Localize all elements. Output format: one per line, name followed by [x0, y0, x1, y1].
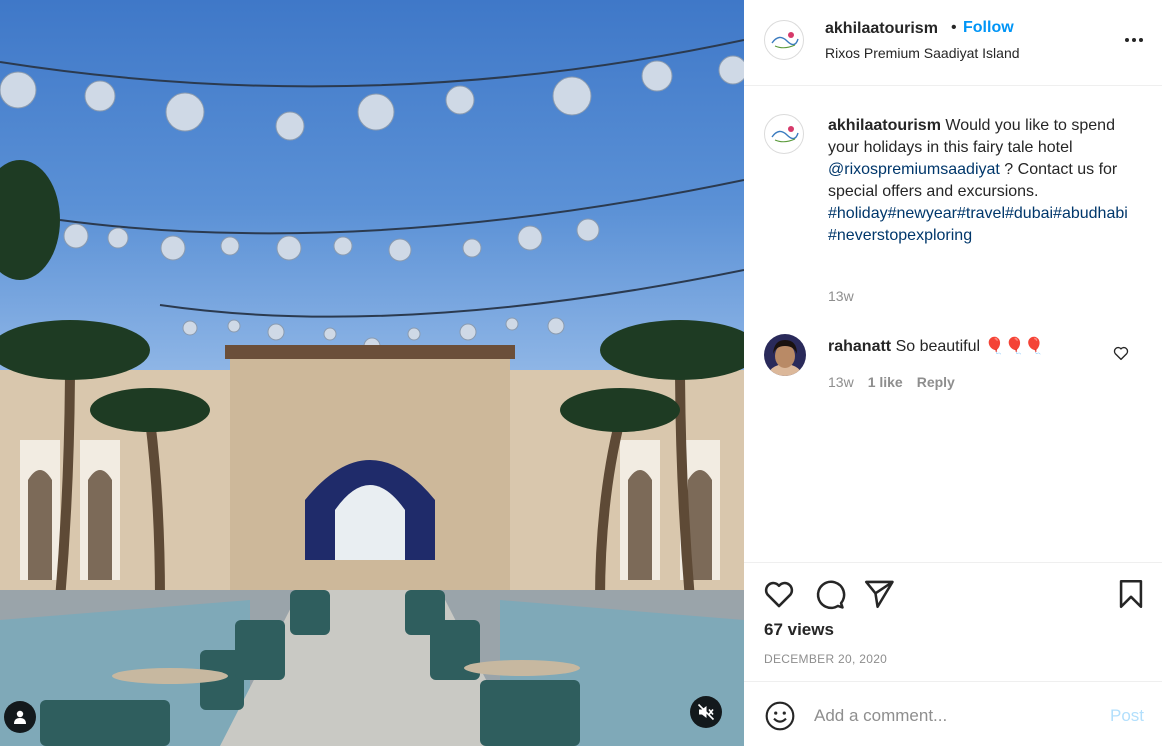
comment-username[interactable]: rahanatt [828, 338, 891, 355]
comment-icon[interactable] [812, 577, 846, 611]
caption-username[interactable]: akhilaatourism [828, 117, 941, 134]
more-options-button[interactable] [1120, 28, 1148, 52]
post-comment-button[interactable]: Post [1110, 706, 1144, 726]
mute-toggle-button[interactable] [690, 696, 722, 728]
comment-body: So beautiful 🎈🎈🎈 [891, 338, 1045, 355]
commenter-photo [764, 334, 806, 376]
bookmark-icon[interactable] [1114, 577, 1148, 611]
separator-dot: • [951, 19, 957, 36]
post-details-panel: akhilaatourism • Follow Rixos Premium Sa… [744, 0, 1162, 746]
heart-icon[interactable] [762, 577, 796, 611]
muted-speaker-icon [697, 703, 715, 721]
comment-meta: 13w 1 like Reply [828, 374, 955, 390]
more-dot [1139, 38, 1143, 42]
akhilaa-logo-icon [771, 126, 799, 143]
post-media[interactable] [0, 0, 744, 746]
more-horizontal-icon [1125, 38, 1129, 42]
user-tag-icon [14, 710, 26, 724]
view-count[interactable]: 67 views [764, 620, 834, 640]
more-dot [1132, 38, 1136, 42]
comment-timestamp[interactable]: 13w [828, 374, 854, 390]
comment-text: rahanatt So beautiful 🎈🎈🎈 [828, 336, 1044, 356]
comment-input[interactable] [814, 700, 1094, 732]
commenter-avatar[interactable] [764, 334, 806, 376]
post-header: akhilaatourism • Follow Rixos Premium Sa… [744, 0, 1162, 86]
location-link[interactable]: Rixos Premium Saadiyat Island [825, 45, 1020, 61]
share-icon[interactable] [862, 577, 896, 611]
mention-link[interactable]: @rixospremiumsaadiyat [828, 161, 1000, 178]
caption-timestamp[interactable]: 13w [828, 288, 854, 304]
comment-like-heart-icon[interactable] [1112, 344, 1130, 362]
follow-button[interactable]: Follow [963, 19, 1014, 37]
caption-avatar[interactable] [764, 114, 804, 154]
post-date[interactable]: DECEMBER 20, 2020 [764, 652, 887, 666]
user-tag-button[interactable] [4, 701, 36, 733]
hotel-courtyard-image [0, 39, 744, 746]
akhilaa-logo-icon [771, 32, 799, 49]
emoji-icon[interactable] [764, 700, 796, 732]
header-username[interactable]: akhilaatourism [825, 20, 938, 38]
post-caption: akhilaatourism Would you like to spend y… [828, 115, 1146, 247]
hashtags-link[interactable]: #holiday#newyear#travel#dubai#abudhabi #… [828, 205, 1128, 244]
add-comment-bar: Post [744, 681, 1162, 746]
account-avatar[interactable] [764, 20, 804, 60]
comment-reply-button[interactable]: Reply [917, 374, 955, 390]
comment-likes[interactable]: 1 like [868, 374, 903, 390]
